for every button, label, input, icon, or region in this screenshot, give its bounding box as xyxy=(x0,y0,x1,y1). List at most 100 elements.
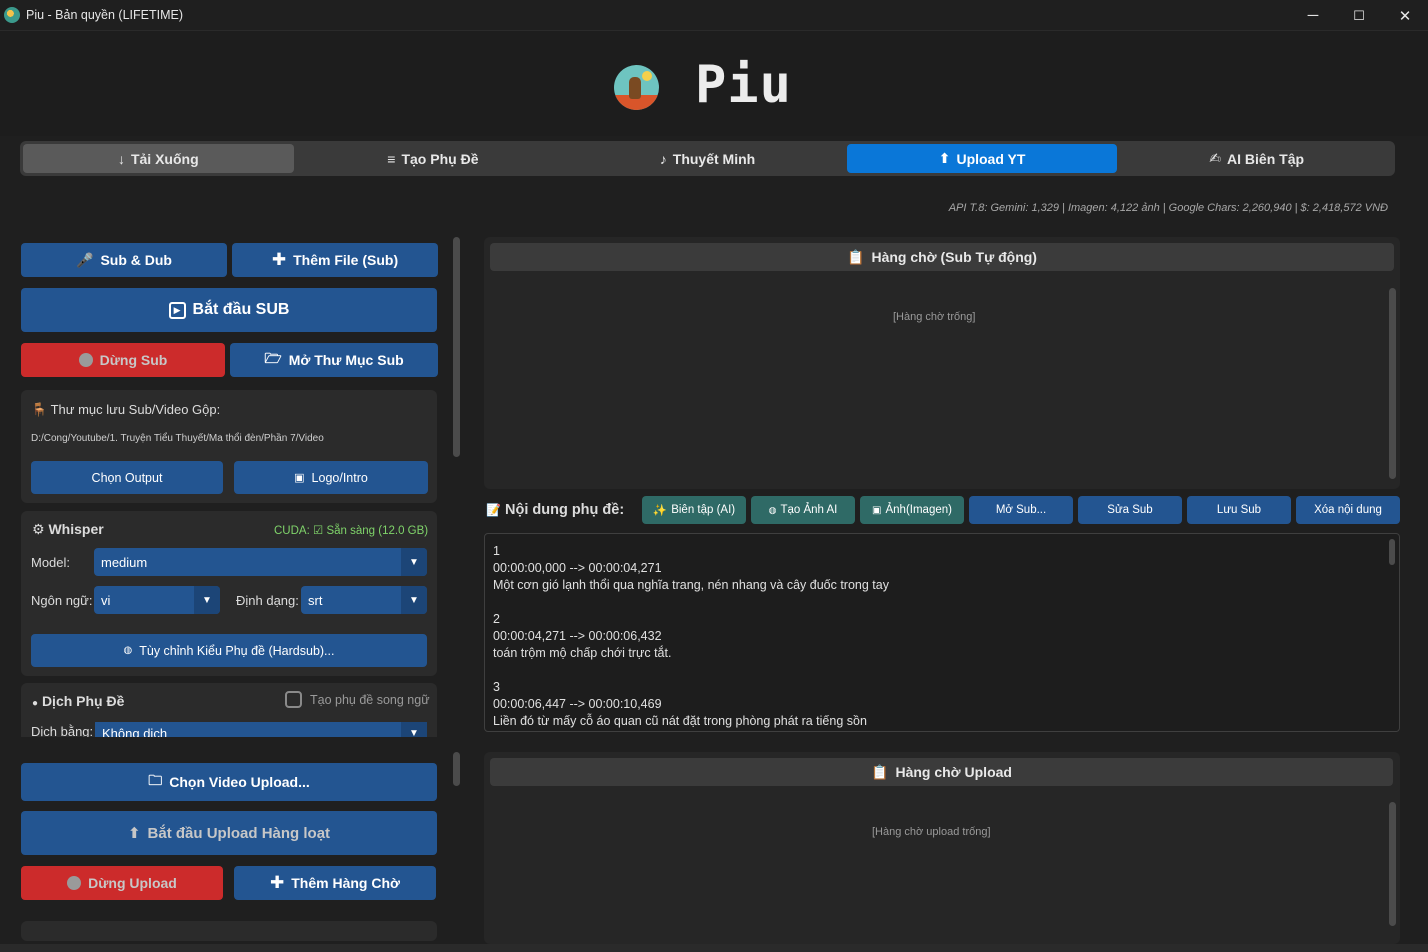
bilingual-checkbox[interactable] xyxy=(285,691,302,708)
plus-icon: ✚ xyxy=(271,250,287,269)
translate-by-label: Dịch bằng: xyxy=(31,724,94,737)
whisper-title: ⚙ Whisper xyxy=(32,521,104,538)
fox-logo-icon xyxy=(614,65,659,110)
mic-icon: 🎤 xyxy=(76,251,94,268)
choose-output-button[interactable]: Chọn Output xyxy=(31,461,223,494)
model-label: Model: xyxy=(31,555,71,570)
model-select[interactable]: medium ▼ xyxy=(94,548,427,576)
output-label-text: Thư mục lưu Sub/Video Gộp: xyxy=(50,402,221,417)
plus-icon: ✚ xyxy=(270,873,285,892)
add-file-button[interactable]: ✚ Thêm File (Sub) xyxy=(232,243,438,277)
button-label: Chọn Output xyxy=(91,470,163,485)
sub-queue-scrollbar[interactable] xyxy=(1389,288,1396,479)
chevron-down-icon: ▼ xyxy=(401,548,427,576)
button-label: Bắt đầu Upload Hàng loạt xyxy=(147,824,331,842)
main-tabs: ↓ Tải Xuống ≡ Tạo Phụ Đề ♪ Thuyết Minh ⬆ Upl… xyxy=(20,141,1395,176)
tab-label: AI Biên Tập xyxy=(1227,150,1305,167)
button-label: Bắt đầu SUB xyxy=(192,301,290,318)
format-select[interactable]: srt ▼ xyxy=(301,586,427,614)
format-label: Định dạng: xyxy=(236,593,299,608)
tab-download[interactable]: ↓ Tải Xuống xyxy=(23,144,294,173)
window-title: Piu - Bản quyền (LIFETIME) xyxy=(26,8,184,22)
subtitle-style-button[interactable]: ◍ Tùy chỉnh Kiểu Phụ đề (Hardsub)... xyxy=(31,634,427,667)
palette-icon: ◍ xyxy=(768,504,777,515)
folder-icon: 🗀 xyxy=(148,772,163,788)
status-strip xyxy=(0,944,1428,952)
button-label: Tùy chỉnh Kiểu Phụ đề (Hardsub)... xyxy=(139,643,335,658)
ai-edit-button[interactable]: ✨ Biên tập (AI) xyxy=(642,496,746,524)
left-bottom-scrollbar[interactable] xyxy=(453,752,460,786)
whisper-title-text: Whisper xyxy=(48,521,104,537)
sub-queue-empty: [Hàng chờ trống] xyxy=(893,311,976,323)
tab-label: Tạo Phụ Đề xyxy=(401,150,479,167)
tab-ai-editor[interactable]: ✍ AI Biên Tập xyxy=(1121,144,1392,173)
sub-queue-header: 📋 Hàng chờ (Sub Tự động) xyxy=(490,243,1394,271)
clipboard-icon: 📋 xyxy=(847,248,865,265)
upload-queue-scrollbar[interactable] xyxy=(1389,802,1396,926)
button-label: Ảnh(Imagen) xyxy=(885,504,952,516)
button-label: Dừng Upload xyxy=(88,875,177,891)
button-label: Mở Thư Mục Sub xyxy=(288,352,404,368)
choose-video-upload-button[interactable]: 🗀 Chọn Video Upload... xyxy=(21,763,437,801)
ai-edit-icon: ✍ xyxy=(1209,150,1222,166)
tab-label: Tải Xuống xyxy=(130,150,199,167)
button-label: Biên tập (AI) xyxy=(671,504,736,516)
download-arrow-icon: ↓ xyxy=(117,150,125,167)
language-label: Ngôn ngữ: xyxy=(31,593,93,608)
start-upload-button[interactable]: ⬆ Bắt đầu Upload Hàng loạt xyxy=(21,811,437,855)
list-icon: ≡ xyxy=(387,150,396,167)
translate-title-text: Dịch Phụ Đề xyxy=(41,693,125,709)
logo-intro-button[interactable]: ▣ Logo/Intro xyxy=(234,461,428,494)
open-sub-folder-button[interactable]: 🗁 Mở Thư Mục Sub xyxy=(230,343,438,377)
stop-sub-button[interactable]: Dừng Sub xyxy=(21,343,225,377)
globe-icon: ● xyxy=(32,698,39,709)
open-sub-button[interactable]: Mở Sub... xyxy=(969,496,1073,524)
sub-queue-title: Hàng chờ (Sub Tự động) xyxy=(871,249,1037,265)
sub-dub-button[interactable]: 🎤 Sub & Dub xyxy=(21,243,227,277)
tab-voiceover[interactable]: ♪ Thuyết Minh xyxy=(572,144,843,173)
subtitle-text[interactable]: 1 00:00:00,000 --> 00:00:04,271 Một cơn … xyxy=(485,534,1399,730)
select-value: medium xyxy=(101,554,148,570)
save-sub-button[interactable]: Lưu Sub xyxy=(1187,496,1291,524)
api-usage-status: API T.8: Gemini: 1,329 | Imagen: 4,122 ả… xyxy=(948,202,1388,214)
tab-upload-yt[interactable]: ⬆ Upload YT xyxy=(846,144,1118,173)
subtitle-scrollbar[interactable] xyxy=(1389,539,1395,565)
start-sub-button[interactable]: ▶ Bắt đầu SUB xyxy=(21,288,437,332)
close-button[interactable]: ✕ xyxy=(1382,0,1428,31)
minimize-button[interactable]: ─ xyxy=(1290,0,1336,31)
add-queue-button[interactable]: ✚ Thêm Hàng Chờ xyxy=(234,866,436,900)
button-label: Chọn Video Upload... xyxy=(169,774,310,790)
button-label: Thêm Hàng Chờ xyxy=(291,875,400,891)
tab-subtitle[interactable]: ≡ Tạo Phụ Đề xyxy=(298,144,569,173)
button-label: Dừng Sub xyxy=(99,352,168,368)
translate-title: ● Dịch Phụ Đề xyxy=(32,693,124,709)
edit-sub-button[interactable]: Sửa Sub xyxy=(1078,496,1182,524)
sparkle-icon: ✨ xyxy=(652,505,668,517)
chevron-down-icon: ▼ xyxy=(194,586,220,614)
cuda-status: CUDA: ☑ Sẵn sàng (12.0 GB) xyxy=(274,525,429,537)
select-value: srt xyxy=(308,592,323,608)
upload-queue-header: 📋 Hàng chờ Upload xyxy=(490,758,1393,786)
upload-icon: ⬆ xyxy=(127,825,141,842)
folder-icon: 🗁 xyxy=(264,350,282,366)
app-header: Piu xyxy=(0,31,1428,136)
stop-upload-button[interactable]: Dừng Upload xyxy=(21,866,223,900)
imagen-button[interactable]: ▣ Ảnh(Imagen) xyxy=(860,496,964,524)
palette-icon: ◍ xyxy=(123,645,133,656)
subtitle-textbox[interactable]: 1 00:00:00,000 --> 00:00:04,271 Một cơn … xyxy=(484,533,1400,732)
ai-image-button[interactable]: ◍ Tạo Ảnh AI xyxy=(751,496,855,524)
clear-content-button[interactable]: Xóa nội dung xyxy=(1296,496,1400,524)
output-label: 🪑 Thư mục lưu Sub/Video Gộp: xyxy=(31,402,220,418)
button-label: Sửa Sub xyxy=(1107,504,1153,516)
language-select[interactable]: vi ▼ xyxy=(94,586,220,614)
select-value: Không dịch xyxy=(102,725,168,738)
left-scrollbar[interactable] xyxy=(453,237,460,457)
maximize-button[interactable]: ☐ xyxy=(1336,0,1382,31)
button-label: Thêm File (Sub) xyxy=(293,252,399,268)
music-note-icon: ♪ xyxy=(659,150,667,167)
translate-by-select[interactable]: Không dịch ▼ xyxy=(95,722,427,737)
play-icon: ▶ xyxy=(168,301,186,319)
button-label: Logo/Intro xyxy=(311,470,368,485)
edit-doc-icon: 📝 xyxy=(486,503,501,517)
stop-icon xyxy=(78,353,93,367)
